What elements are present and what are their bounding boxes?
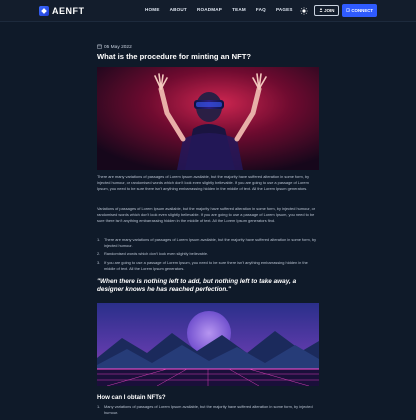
nav-item-about[interactable]: ABOUT: [170, 7, 187, 12]
synthwave-image: [97, 303, 319, 386]
nav-item-roadmap[interactable]: ROADMAP: [197, 7, 222, 12]
top-navbar: AENFT HOME ABOUT ROADMAP TEAM FAQ PAGES …: [0, 0, 416, 22]
brand-logo[interactable]: AENFT: [39, 5, 85, 17]
sun-icon[interactable]: [300, 7, 308, 15]
post-date: 05 May 2022: [97, 44, 132, 51]
nav-item-pages[interactable]: PAGES: [276, 7, 293, 12]
nav-item-faq[interactable]: FAQ: [256, 7, 266, 12]
hero-image: [97, 67, 319, 170]
nav-item-team[interactable]: TEAM: [232, 7, 246, 12]
nav-item-home[interactable]: HOME: [145, 7, 160, 12]
user-icon: [319, 8, 323, 13]
connect-label: CONNECT: [351, 8, 374, 13]
paragraph-1: There are many variations of passages of…: [97, 174, 310, 191]
connect-button[interactable]: CONNECT: [342, 4, 377, 17]
paragraph-2: Variations of passages of Lorem Ipsum av…: [97, 206, 316, 223]
pull-quote: "When there is nothing left to add, but …: [97, 278, 297, 294]
post-title: What is the procedure for minting an NFT…: [97, 52, 251, 61]
date-text: 05 May 2022: [104, 45, 132, 50]
join-label: JOIN: [324, 8, 335, 13]
calendar-icon: [97, 44, 102, 51]
join-button[interactable]: JOIN: [314, 5, 339, 16]
logo-icon: [39, 6, 49, 16]
section-heading: How can I obtain NFTs?: [97, 394, 166, 401]
brand-name: AENFT: [52, 6, 85, 16]
wallet-icon: [345, 8, 350, 13]
main-menu: HOME ABOUT ROADMAP TEAM FAQ PAGES: [145, 7, 293, 12]
